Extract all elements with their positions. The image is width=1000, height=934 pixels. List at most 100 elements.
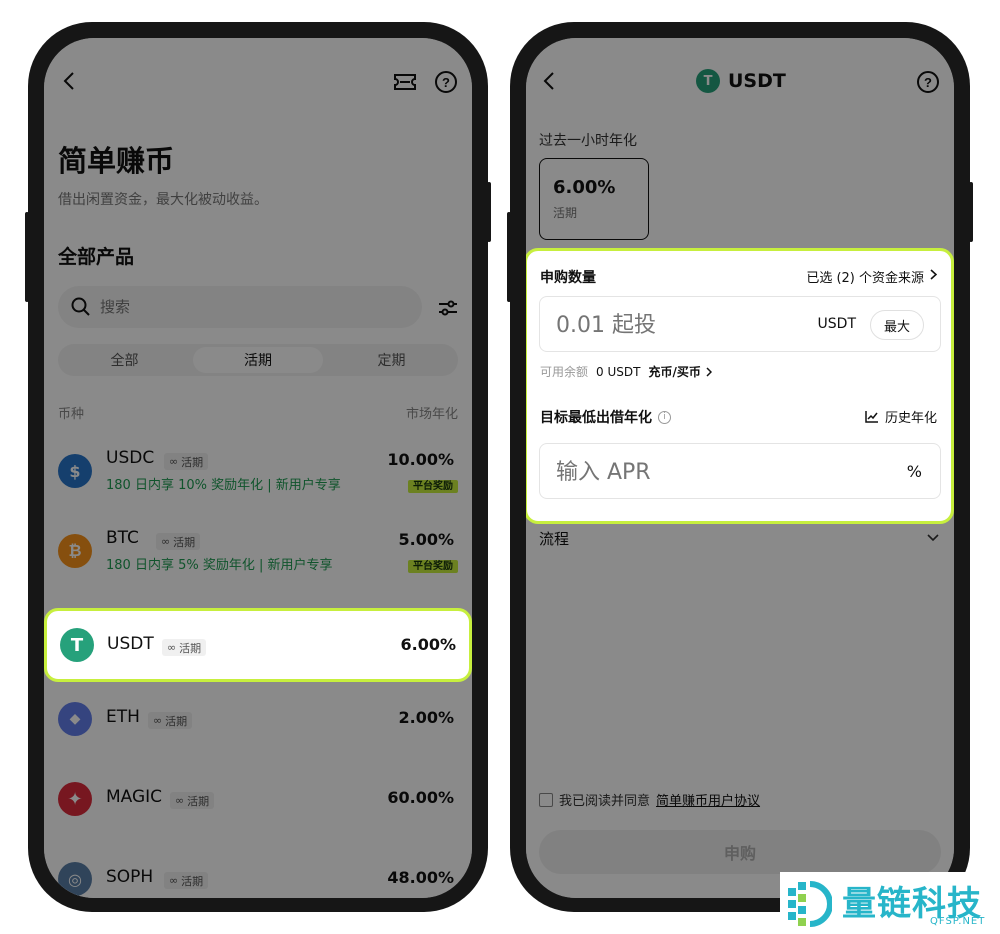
flexible-tag: ∞ 活期 xyxy=(164,872,209,889)
help-icon[interactable]: ? xyxy=(915,69,941,95)
back-icon[interactable] xyxy=(536,68,562,94)
infinity-icon: ∞ xyxy=(167,641,177,654)
product-rate: 6.00% xyxy=(400,635,456,654)
history-apr-link[interactable]: 历史年化 xyxy=(865,407,937,426)
min-apr-label-row: 目标最低出借年化 i xyxy=(540,407,671,427)
soph-icon: ◎ xyxy=(58,862,92,896)
left-phone-frame: ? 简单赚币 借出闲置资金，最大化被动收益。 全部产品 全部 活期 定期 币种 … xyxy=(25,22,491,912)
max-button[interactable]: 最大 xyxy=(870,310,924,340)
tab-flexible[interactable]: 活期 xyxy=(193,347,323,373)
promo-text: 180 日内享 10% 奖励年化 | 新用户专享 xyxy=(106,478,341,493)
process-label: 流程 xyxy=(539,530,570,548)
funding-source-link[interactable]: 已选 (2) 个资金来源 xyxy=(806,267,938,286)
amount-input[interactable] xyxy=(556,311,756,339)
term-tabs: 全部 活期 定期 xyxy=(58,344,458,376)
tab-all[interactable]: 全部 xyxy=(58,344,191,376)
flexible-tag: ∞ 活期 xyxy=(162,639,207,656)
balance-label: 可用余额 xyxy=(540,365,589,379)
infinity-icon: ∞ xyxy=(169,874,179,887)
reward-badge: 平台奖励 xyxy=(408,560,458,573)
infinity-icon: ∞ xyxy=(175,794,185,807)
product-rate: 2.00% xyxy=(398,708,454,727)
btc-icon: ₿ xyxy=(58,534,92,568)
usdt-icon: T xyxy=(696,69,720,93)
filter-icon[interactable] xyxy=(436,296,460,320)
back-icon[interactable] xyxy=(56,68,82,94)
amount-unit: USDT xyxy=(817,316,856,332)
deposit-link[interactable]: 充币/买币 xyxy=(648,363,712,380)
right-phone-frame: T USDT ? 过去一小时年化 6.00% 活期 流程 我已阅读并同意 简单赚… xyxy=(507,22,973,912)
page-subtitle: 借出闲置资金，最大化被动收益。 xyxy=(58,192,268,208)
product-name: SOPH xyxy=(106,867,154,887)
watermark-sub: QFSP.NET xyxy=(930,916,986,927)
svg-text:?: ? xyxy=(442,75,450,90)
tab-fixed[interactable]: 定期 xyxy=(325,344,458,376)
product-rate: 60.00% xyxy=(387,788,454,807)
chart-trend-icon xyxy=(865,411,878,423)
flexible-tag: ∞ 活期 xyxy=(164,453,209,470)
product-name: USDT xyxy=(107,634,154,654)
balance-row: 可用余额 0 USDT 充币/买币 xyxy=(540,363,712,380)
header-coin: T USDT xyxy=(696,69,786,93)
watermark-logo-icon xyxy=(784,880,833,928)
apr-type: 活期 xyxy=(553,206,578,220)
product-row-soph[interactable]: ◎ SOPH ∞ 活期 48.00% xyxy=(44,844,472,898)
usdc-icon: $ xyxy=(58,454,92,488)
apr-card[interactable]: 6.00% 活期 xyxy=(539,158,649,240)
product-row-magic[interactable]: ✦ MAGIC ∞ 活期 60.00% xyxy=(44,764,472,834)
agreement-row[interactable]: 我已阅读并同意 简单赚币用户协议 xyxy=(539,790,760,809)
agree-link[interactable]: 简单赚币用户协议 xyxy=(656,790,760,809)
subscribe-screen: T USDT ? 过去一小时年化 6.00% 活期 流程 我已阅读并同意 简单赚… xyxy=(526,38,954,898)
product-name: ETH xyxy=(106,707,140,727)
apr-unit: % xyxy=(906,462,922,481)
search-input[interactable] xyxy=(100,296,400,318)
infinity-icon: ∞ xyxy=(161,535,171,548)
agree-checkbox[interactable] xyxy=(539,792,553,807)
balance-value: 0 USDT xyxy=(596,364,641,379)
submit-label: 申购 xyxy=(723,844,756,863)
product-row-usdt[interactable]: T USDT ∞ 活期 6.00% xyxy=(44,608,472,682)
infinity-icon: ∞ xyxy=(169,455,179,468)
ticket-icon[interactable] xyxy=(392,70,418,94)
column-header-rate: 市场年化 xyxy=(405,407,458,422)
infinity-icon: ∞ xyxy=(153,714,163,727)
product-name: MAGIC xyxy=(106,787,163,807)
product-row-btc[interactable]: ₿ BTC ∞ 活期 180 日内享 5% 奖励年化 | 新用户专享 5.00% … xyxy=(44,516,472,596)
help-icon[interactable]: ? xyxy=(433,69,459,95)
process-row[interactable]: 流程 xyxy=(539,528,941,552)
search-bar[interactable] xyxy=(58,286,422,328)
chevron-right-icon xyxy=(706,366,712,377)
section-title: 全部产品 xyxy=(58,246,135,268)
product-row-usdc[interactable]: $ USDC ∞ 活期 180 日内享 10% 奖励年化 | 新用户专享 10.0… xyxy=(44,436,472,516)
apr-value: 6.00% xyxy=(553,177,616,198)
usdt-icon: T xyxy=(60,628,94,662)
subscribe-form-card: 申购数量 已选 (2) 个资金来源 USDT 最大 可用余额 0 USDT 充币… xyxy=(526,248,954,524)
page-title: 简单赚币 xyxy=(58,144,175,178)
search-icon xyxy=(70,296,92,318)
apr-field[interactable]: % xyxy=(539,443,941,499)
column-header-coin: 币种 xyxy=(58,407,85,422)
flexible-tag: ∞ 活期 xyxy=(156,533,201,550)
product-row-eth[interactable]: ◆ ETH ∞ 活期 2.00% xyxy=(44,684,472,754)
agree-text: 我已阅读并同意 xyxy=(559,794,651,809)
apr-label: 过去一小时年化 xyxy=(539,133,637,149)
product-rate: 5.00% xyxy=(398,530,454,549)
flexible-tag: ∞ 活期 xyxy=(148,712,193,729)
apr-input[interactable] xyxy=(556,458,796,486)
eth-icon: ◆ xyxy=(58,702,92,736)
magic-icon: ✦ xyxy=(58,782,92,816)
promo-text: 180 日内享 5% 奖励年化 | 新用户专享 xyxy=(106,558,333,573)
svg-text:?: ? xyxy=(924,75,932,90)
submit-button[interactable]: 申购 xyxy=(539,830,941,874)
product-rate: 48.00% xyxy=(387,868,454,887)
earn-list-screen: ? 简单赚币 借出闲置资金，最大化被动收益。 全部产品 全部 活期 定期 币种 … xyxy=(44,38,472,898)
amount-field[interactable]: USDT 最大 xyxy=(539,296,941,352)
chevron-right-icon xyxy=(930,269,938,284)
chevron-down-icon xyxy=(925,530,941,546)
product-name: USDC xyxy=(106,448,155,468)
product-name: BTC xyxy=(106,528,139,548)
info-icon[interactable]: i xyxy=(658,410,671,424)
watermark: 量链科技 QFSP.NET xyxy=(780,872,1000,934)
header-title: USDT xyxy=(728,70,786,92)
amount-label: 申购数量 xyxy=(540,270,596,286)
